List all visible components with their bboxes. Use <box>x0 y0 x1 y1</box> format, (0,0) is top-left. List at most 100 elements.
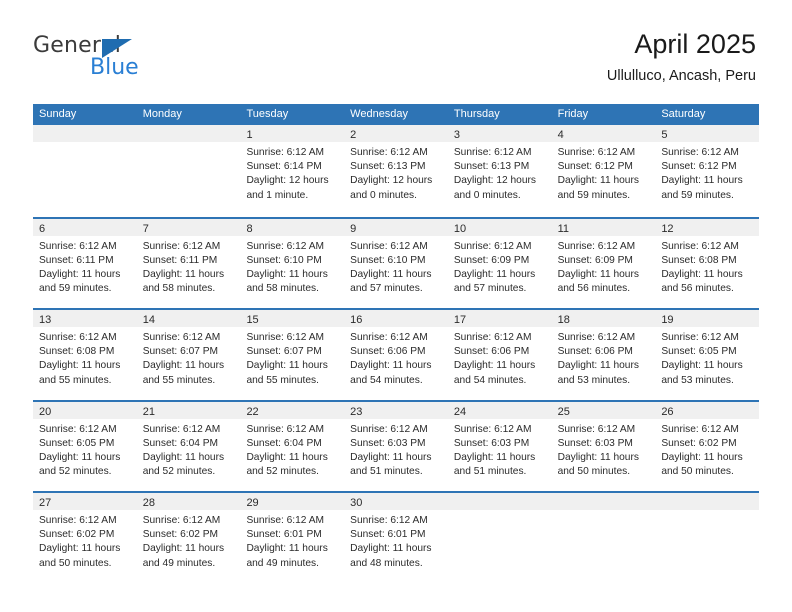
day-cell-1[interactable]: 1 Sunrise: 6:12 AM Sunset: 6:14 PM Daylight… <box>240 125 345 217</box>
day-detail-line: Daylight: 11 hours <box>557 175 639 187</box>
day-number-band: 21 <box>136 401 241 419</box>
day-cell-4[interactable]: 4 Sunrise: 6:12 AM Sunset: 6:12 PM Daylight… <box>551 125 656 217</box>
day-cell-20[interactable]: 20 Sunrise: 6:12 AM Sunset: 6:05 PM Dayligh… <box>33 401 137 491</box>
day-cell-2[interactable]: 2 Sunrise: 6:12 AM Sunset: 6:13 PM Daylight… <box>344 125 448 217</box>
day-number: 7 <box>142 222 149 235</box>
day-cell-13[interactable]: 13 Sunrise: 6:12 AM Sunset: 6:08 PM Dayligh… <box>33 310 137 400</box>
day-detail-line: and 56 minutes. <box>661 283 734 295</box>
day-number-band: 11 <box>551 218 656 236</box>
day-cell-15[interactable]: 15 Sunrise: 6:12 AM Sunset: 6:07 PM Dayligh… <box>240 310 345 400</box>
day-cell-16[interactable]: 16 Sunrise: 6:12 AM Sunset: 6:06 PM Dayligh… <box>344 310 448 400</box>
day-number: 2 <box>350 129 357 141</box>
day-number-band <box>655 493 760 510</box>
day-cell-7[interactable]: 7 Sunrise: 6:12 AM Sunset: 6:11 PM Daylight… <box>136 218 241 308</box>
day-detail-line: Daylight: 11 hours <box>142 451 225 463</box>
day-detail-line: Daylight: 11 hours <box>246 451 328 463</box>
day-details: Sunrise: 6:12 AM Sunset: 6:14 PM Daylight:… <box>240 142 344 203</box>
day-detail-line: and 57 minutes. <box>350 283 423 295</box>
day-detail-line: Sunrise: 6:12 AM <box>661 423 739 435</box>
day-detail-line: and 50 minutes. <box>39 557 112 569</box>
day-details: Sunrise: 6:12 AM Sunset: 6:11 PM Daylight:… <box>137 236 241 297</box>
weekday-header-saturday: Saturday <box>661 108 706 120</box>
day-cell-8[interactable]: 8 Sunrise: 6:12 AM Sunset: 6:10 PM Daylight… <box>240 218 345 308</box>
day-detail-line: Sunset: 6:05 PM <box>661 346 737 358</box>
day-details: Sunrise: 6:12 AM Sunset: 6:01 PM Daylight:… <box>344 510 448 571</box>
day-detail-line: and 53 minutes. <box>661 374 734 386</box>
day-cell-25[interactable]: 25 Sunrise: 6:12 AM Sunset: 6:03 PM Dayligh… <box>551 401 656 491</box>
day-detail-line: Sunrise: 6:12 AM <box>453 240 532 252</box>
day-detail-line: Sunrise: 6:12 AM <box>453 147 532 158</box>
day-cell-12[interactable]: 12 Sunrise: 6:12 AM Sunset: 6:08 PM Dayligh… <box>655 218 760 308</box>
day-detail-line: and 56 minutes. <box>557 283 631 295</box>
day-detail-line: and 55 minutes. <box>39 374 112 386</box>
day-cell-28[interactable]: 28 Sunrise: 6:12 AM Sunset: 6:02 PM Dayligh… <box>136 493 241 583</box>
day-cell-6[interactable]: 6 Sunrise: 6:12 AM Sunset: 6:11 PM Daylight… <box>33 218 137 308</box>
day-cell-empty <box>655 493 760 583</box>
page-title: April 2025 <box>634 29 756 59</box>
day-cell-17[interactable]: 17 Sunrise: 6:12 AM Sunset: 6:06 PM Dayligh… <box>447 310 552 400</box>
day-cell-29[interactable]: 29 Sunrise: 6:12 AM Sunset: 6:01 PM Dayligh… <box>240 493 345 583</box>
day-detail-line: Sunrise: 6:12 AM <box>142 240 221 252</box>
day-cell-18[interactable]: 18 Sunrise: 6:12 AM Sunset: 6:06 PM Dayligh… <box>551 310 656 400</box>
day-details: Sunrise: 6:12 AM Sunset: 6:04 PM Daylight:… <box>137 419 241 480</box>
day-cell-30[interactable]: 30 Sunrise: 6:12 AM Sunset: 6:01 PM Dayligh… <box>344 493 448 583</box>
day-cell-23[interactable]: 23 Sunrise: 6:12 AM Sunset: 6:03 PM Dayligh… <box>344 401 448 491</box>
day-cell-24[interactable]: 24 Sunrise: 6:12 AM Sunset: 6:03 PM Dayligh… <box>447 401 552 491</box>
day-detail-line: Daylight: 12 hours <box>350 175 433 187</box>
day-detail-line: and 50 minutes. <box>661 466 734 478</box>
day-number-band: 29 <box>240 493 345 510</box>
day-number: 27 <box>39 497 52 509</box>
calendar-weeks: 1 Sunrise: 6:12 AM Sunset: 6:14 PM Daylight… <box>33 125 760 583</box>
day-number: 6 <box>39 222 46 235</box>
day-cell-26[interactable]: 26 Sunrise: 6:12 AM Sunset: 6:02 PM Dayligh… <box>655 401 760 491</box>
day-details: Sunrise: 6:12 AM Sunset: 6:06 PM Daylight:… <box>344 327 448 388</box>
day-details: Sunrise: 6:12 AM Sunset: 6:03 PM Daylight:… <box>344 419 448 480</box>
day-detail-line: Daylight: 11 hours <box>39 268 121 280</box>
weekday-header-thursday: Thursday <box>453 108 500 120</box>
page-header: General Blue April 2025 Ullulluco, Ancas… <box>0 0 792 100</box>
day-details: Sunrise: 6:12 AM Sunset: 6:10 PM Daylight:… <box>344 236 448 297</box>
day-detail-line: and 59 minutes. <box>39 283 112 295</box>
day-details: Sunrise: 6:12 AM Sunset: 6:08 PM Daylight:… <box>33 327 137 388</box>
day-detail-line: Sunset: 6:08 PM <box>39 346 115 358</box>
day-cell-19[interactable]: 19 Sunrise: 6:12 AM Sunset: 6:05 PM Dayligh… <box>655 310 760 400</box>
day-detail-line: Sunrise: 6:12 AM <box>246 240 325 252</box>
day-detail-line: Sunset: 6:12 PM <box>557 161 633 173</box>
day-detail-line: and 54 minutes. <box>350 374 423 386</box>
day-number-band: 1 <box>240 125 345 142</box>
day-detail-line: and 0 minutes. <box>350 189 417 201</box>
calendar-page: General Blue April 2025 Ullulluco, Ancas… <box>0 0 792 612</box>
day-detail-line: Sunrise: 6:12 AM <box>350 332 428 343</box>
day-detail-line: and 54 minutes. <box>453 374 527 386</box>
day-number: 15 <box>246 314 259 326</box>
calendar-week-row: 20 Sunrise: 6:12 AM Sunset: 6:05 PM Dayligh… <box>33 399 760 491</box>
day-detail-line: Daylight: 12 hours <box>246 175 329 187</box>
day-detail-line: Sunrise: 6:12 AM <box>661 240 739 252</box>
day-detail-line: Daylight: 11 hours <box>142 268 225 280</box>
day-detail-line: Sunrise: 6:12 AM <box>39 515 117 526</box>
day-detail-line: Daylight: 12 hours <box>453 175 536 187</box>
day-details: Sunrise: 6:12 AM Sunset: 6:03 PM Daylight:… <box>448 419 552 480</box>
day-cell-9[interactable]: 9 Sunrise: 6:12 AM Sunset: 6:10 PM Daylight… <box>344 218 448 308</box>
day-number-band: 28 <box>136 493 241 510</box>
day-detail-line: Daylight: 11 hours <box>453 268 536 280</box>
day-detail-line: Sunset: 6:06 PM <box>453 346 530 358</box>
day-cell-22[interactable]: 22 Sunrise: 6:12 AM Sunset: 6:04 PM Dayligh… <box>240 401 345 491</box>
day-detail-line: and 1 minute. <box>246 189 309 201</box>
general-blue-logo[interactable]: General Blue <box>33 33 203 81</box>
day-cell-14[interactable]: 14 Sunrise: 6:12 AM Sunset: 6:07 PM Dayligh… <box>136 310 241 400</box>
day-cell-5[interactable]: 5 Sunrise: 6:12 AM Sunset: 6:12 PM Daylight… <box>655 125 760 217</box>
day-cell-21[interactable]: 21 Sunrise: 6:12 AM Sunset: 6:04 PM Dayligh… <box>136 401 241 491</box>
day-cell-3[interactable]: 3 Sunrise: 6:12 AM Sunset: 6:13 PM Daylight… <box>447 125 552 217</box>
day-cell-11[interactable]: 11 Sunrise: 6:12 AM Sunset: 6:09 PM Dayligh… <box>551 218 656 308</box>
day-detail-line: Daylight: 11 hours <box>453 360 536 372</box>
day-detail-line: Sunset: 6:04 PM <box>142 437 219 449</box>
day-details <box>137 142 241 146</box>
day-detail-line: Sunset: 6:08 PM <box>661 254 737 266</box>
day-detail-line: Sunrise: 6:12 AM <box>557 147 636 158</box>
day-details: Sunrise: 6:12 AM Sunset: 6:11 PM Daylight:… <box>33 236 137 297</box>
day-cell-10[interactable]: 10 Sunrise: 6:12 AM Sunset: 6:09 PM Dayligh… <box>447 218 552 308</box>
day-cell-27[interactable]: 27 Sunrise: 6:12 AM Sunset: 6:02 PM Dayligh… <box>33 493 137 583</box>
day-number: 30 <box>350 497 363 509</box>
day-details: Sunrise: 6:12 AM Sunset: 6:13 PM Daylight:… <box>344 142 448 203</box>
